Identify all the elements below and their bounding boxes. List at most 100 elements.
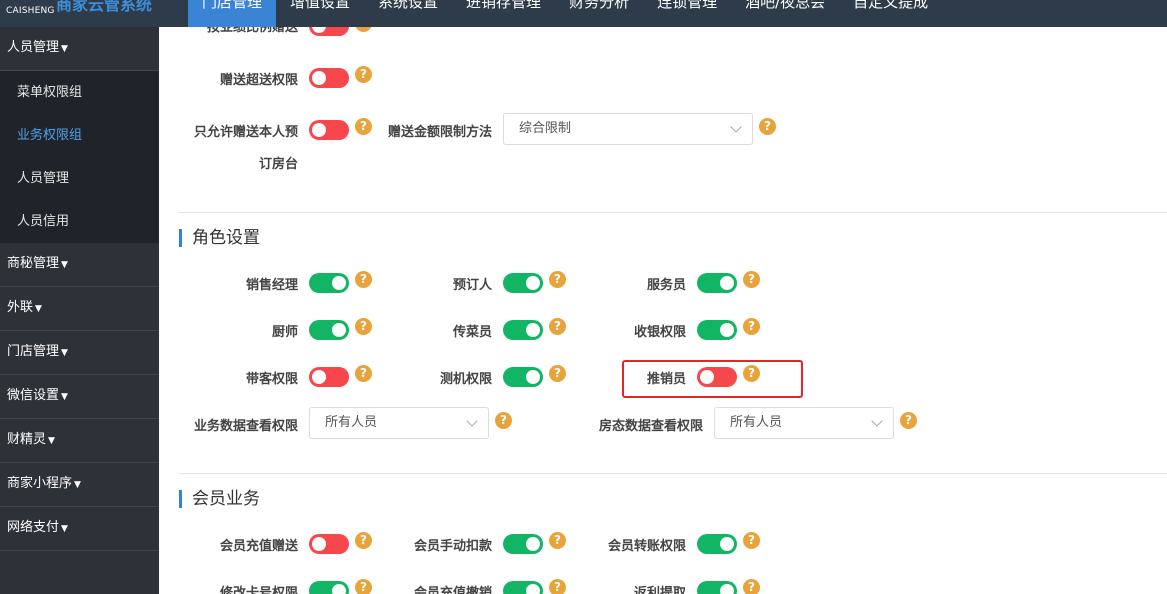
help-icon[interactable]: ? [759,118,776,135]
gift-self-booking-toggle[interactable] [309,120,349,140]
field-label: 传菜员 [452,325,492,340]
help-icon[interactable]: ? [495,412,512,429]
sidebar-item-biz-perm-group[interactable]: 业务权限组 [0,114,159,157]
sidebar-item-staff-management[interactable]: 人员管理 [0,157,159,200]
help-icon[interactable]: ? [355,318,372,335]
topnav-label: 自定义提成 [853,0,929,11]
rebate-withdraw-toggle[interactable] [697,581,737,594]
sidebar-group-label: 微信设置 [7,388,60,403]
field-label: 房态数据查看权限 [598,419,703,434]
caret-down-icon: ▼ [61,392,68,402]
topnav-system-settings[interactable]: 系统设置 [364,0,452,27]
help-icon[interactable]: ? [549,365,566,382]
help-icon[interactable]: ? [355,271,372,288]
sidebar-group-finance-spirit[interactable]: 财精灵 ▼ [0,419,159,463]
topnav-label: 系统设置 [378,0,439,11]
help-icon[interactable]: ? [355,118,372,135]
chevron-down-icon [466,415,478,427]
topnav-chain[interactable]: 连锁管理 [643,0,731,27]
field-label: 厨师 [271,325,298,340]
help-icon[interactable]: ? [743,579,760,594]
sidebar-group-mini-program[interactable]: 商家小程序 ▼ [0,463,159,507]
topnav-value-added[interactable]: 增值设置 [276,0,364,27]
help-icon[interactable]: ? [355,365,372,382]
field-label: 测机权限 [439,372,492,387]
machine-test-toggle[interactable] [503,367,543,387]
toggle-knob [332,584,346,594]
booker-toggle[interactable] [503,273,543,293]
help-icon[interactable]: ? [549,532,566,549]
section-divider [179,473,1167,474]
help-icon[interactable]: ? [549,579,566,594]
help-icon[interactable]: ? [549,318,566,335]
sidebar-submenu: 菜单权限组 业务权限组 人员管理 人员信用 [0,71,159,243]
biz-data-view-select[interactable]: 所有人员 [309,407,489,439]
topnav-store-management[interactable]: 门店管理 [188,0,277,27]
help-icon[interactable]: ? [355,579,372,594]
topnav-label: 连锁管理 [657,0,718,11]
toggle-knob [720,276,734,290]
caret-down-icon: ▼ [74,480,81,490]
gift-overdelivery-toggle[interactable] [309,68,349,88]
toggle-knob [312,537,326,551]
select-value: 综合限制 [519,121,572,136]
food-runner-toggle[interactable] [503,320,543,340]
field-label: 预订人 [452,278,492,293]
sales-manager-toggle[interactable] [309,273,349,293]
toggle-knob [720,323,734,337]
sidebar-group-external[interactable]: 外联 ▼ [0,287,159,331]
toggle-switch[interactable] [309,27,349,36]
select-value: 所有人员 [730,415,783,430]
field-label: 销售经理 [245,278,298,293]
field-label: 按业绩比例赠送 [206,27,298,35]
sidebar-group-staff[interactable]: 人员管理 ▼ [0,27,159,71]
room-data-view-select[interactable]: 所有人员 [714,407,894,439]
sidebar-item-menu-perm-group[interactable]: 菜单权限组 [0,71,159,114]
member-transfer-toggle[interactable] [697,534,737,554]
caret-down-icon: ▼ [48,436,55,446]
sidebar-group-wechat[interactable]: 微信设置 ▼ [0,375,159,419]
help-icon[interactable]: ? [355,66,372,83]
topnav-inventory[interactable]: 进销存管理 [452,0,555,27]
toggle-knob [526,276,540,290]
toggle-knob [526,323,540,337]
gift-amount-limit-select[interactable]: 综合限制 [503,113,753,145]
toggle-knob [526,537,540,551]
sidebar: 人员管理 ▼ 菜单权限组 业务权限组 人员管理 人员信用 商秘管理 ▼ 外联 ▼ 门店… [0,27,159,594]
topnav-custom-commission[interactable]: 自定义提成 [839,0,942,27]
toggle-knob [312,71,326,85]
help-icon[interactable]: ? [743,271,760,288]
toggle-knob [526,370,540,384]
help-icon[interactable]: ? [900,412,917,429]
caret-down-icon: ▼ [61,348,68,358]
sidebar-group-secretary[interactable]: 商秘管理 ▼ [0,243,159,287]
sidebar-item-staff-credit[interactable]: 人员信用 [0,200,159,243]
cashier-toggle[interactable] [697,320,737,340]
member-recharge-gift-toggle[interactable] [309,534,349,554]
chef-toggle[interactable] [309,320,349,340]
sidebar-group-online-payment[interactable]: 网络支付 ▼ [0,507,159,551]
help-icon[interactable]: ? [355,27,372,32]
brand-title[interactable]: 商家云管系统 [56,0,152,15]
member-manual-deduct-toggle[interactable] [503,534,543,554]
highlight-box [622,360,803,398]
sidebar-group-label: 财精灵 [7,432,47,447]
waiter-toggle[interactable] [697,273,737,293]
toggle-knob [720,537,734,551]
sidebar-group-label: 人员管理 [7,40,60,55]
field-label: 业务数据查看权限 [193,419,298,434]
sidebar-group-store[interactable]: 门店管理 ▼ [0,331,159,375]
sidebar-group-label: 商家小程序 [7,476,73,491]
member-recharge-revoke-toggle[interactable] [503,581,543,594]
help-icon[interactable]: ? [743,532,760,549]
topnav-finance[interactable]: 财务分析 [555,0,643,27]
guest-escort-toggle[interactable] [309,367,349,387]
field-label: 会员手动扣款 [413,539,492,554]
topnav-label: 增值设置 [290,0,351,11]
edit-card-number-toggle[interactable] [309,581,349,594]
help-icon[interactable]: ? [355,532,372,549]
help-icon[interactable]: ? [549,271,566,288]
topnav-bar-club[interactable]: 酒吧/夜总会 [731,0,839,27]
help-icon[interactable]: ? [743,318,760,335]
topnav-label: 财务分析 [569,0,630,11]
